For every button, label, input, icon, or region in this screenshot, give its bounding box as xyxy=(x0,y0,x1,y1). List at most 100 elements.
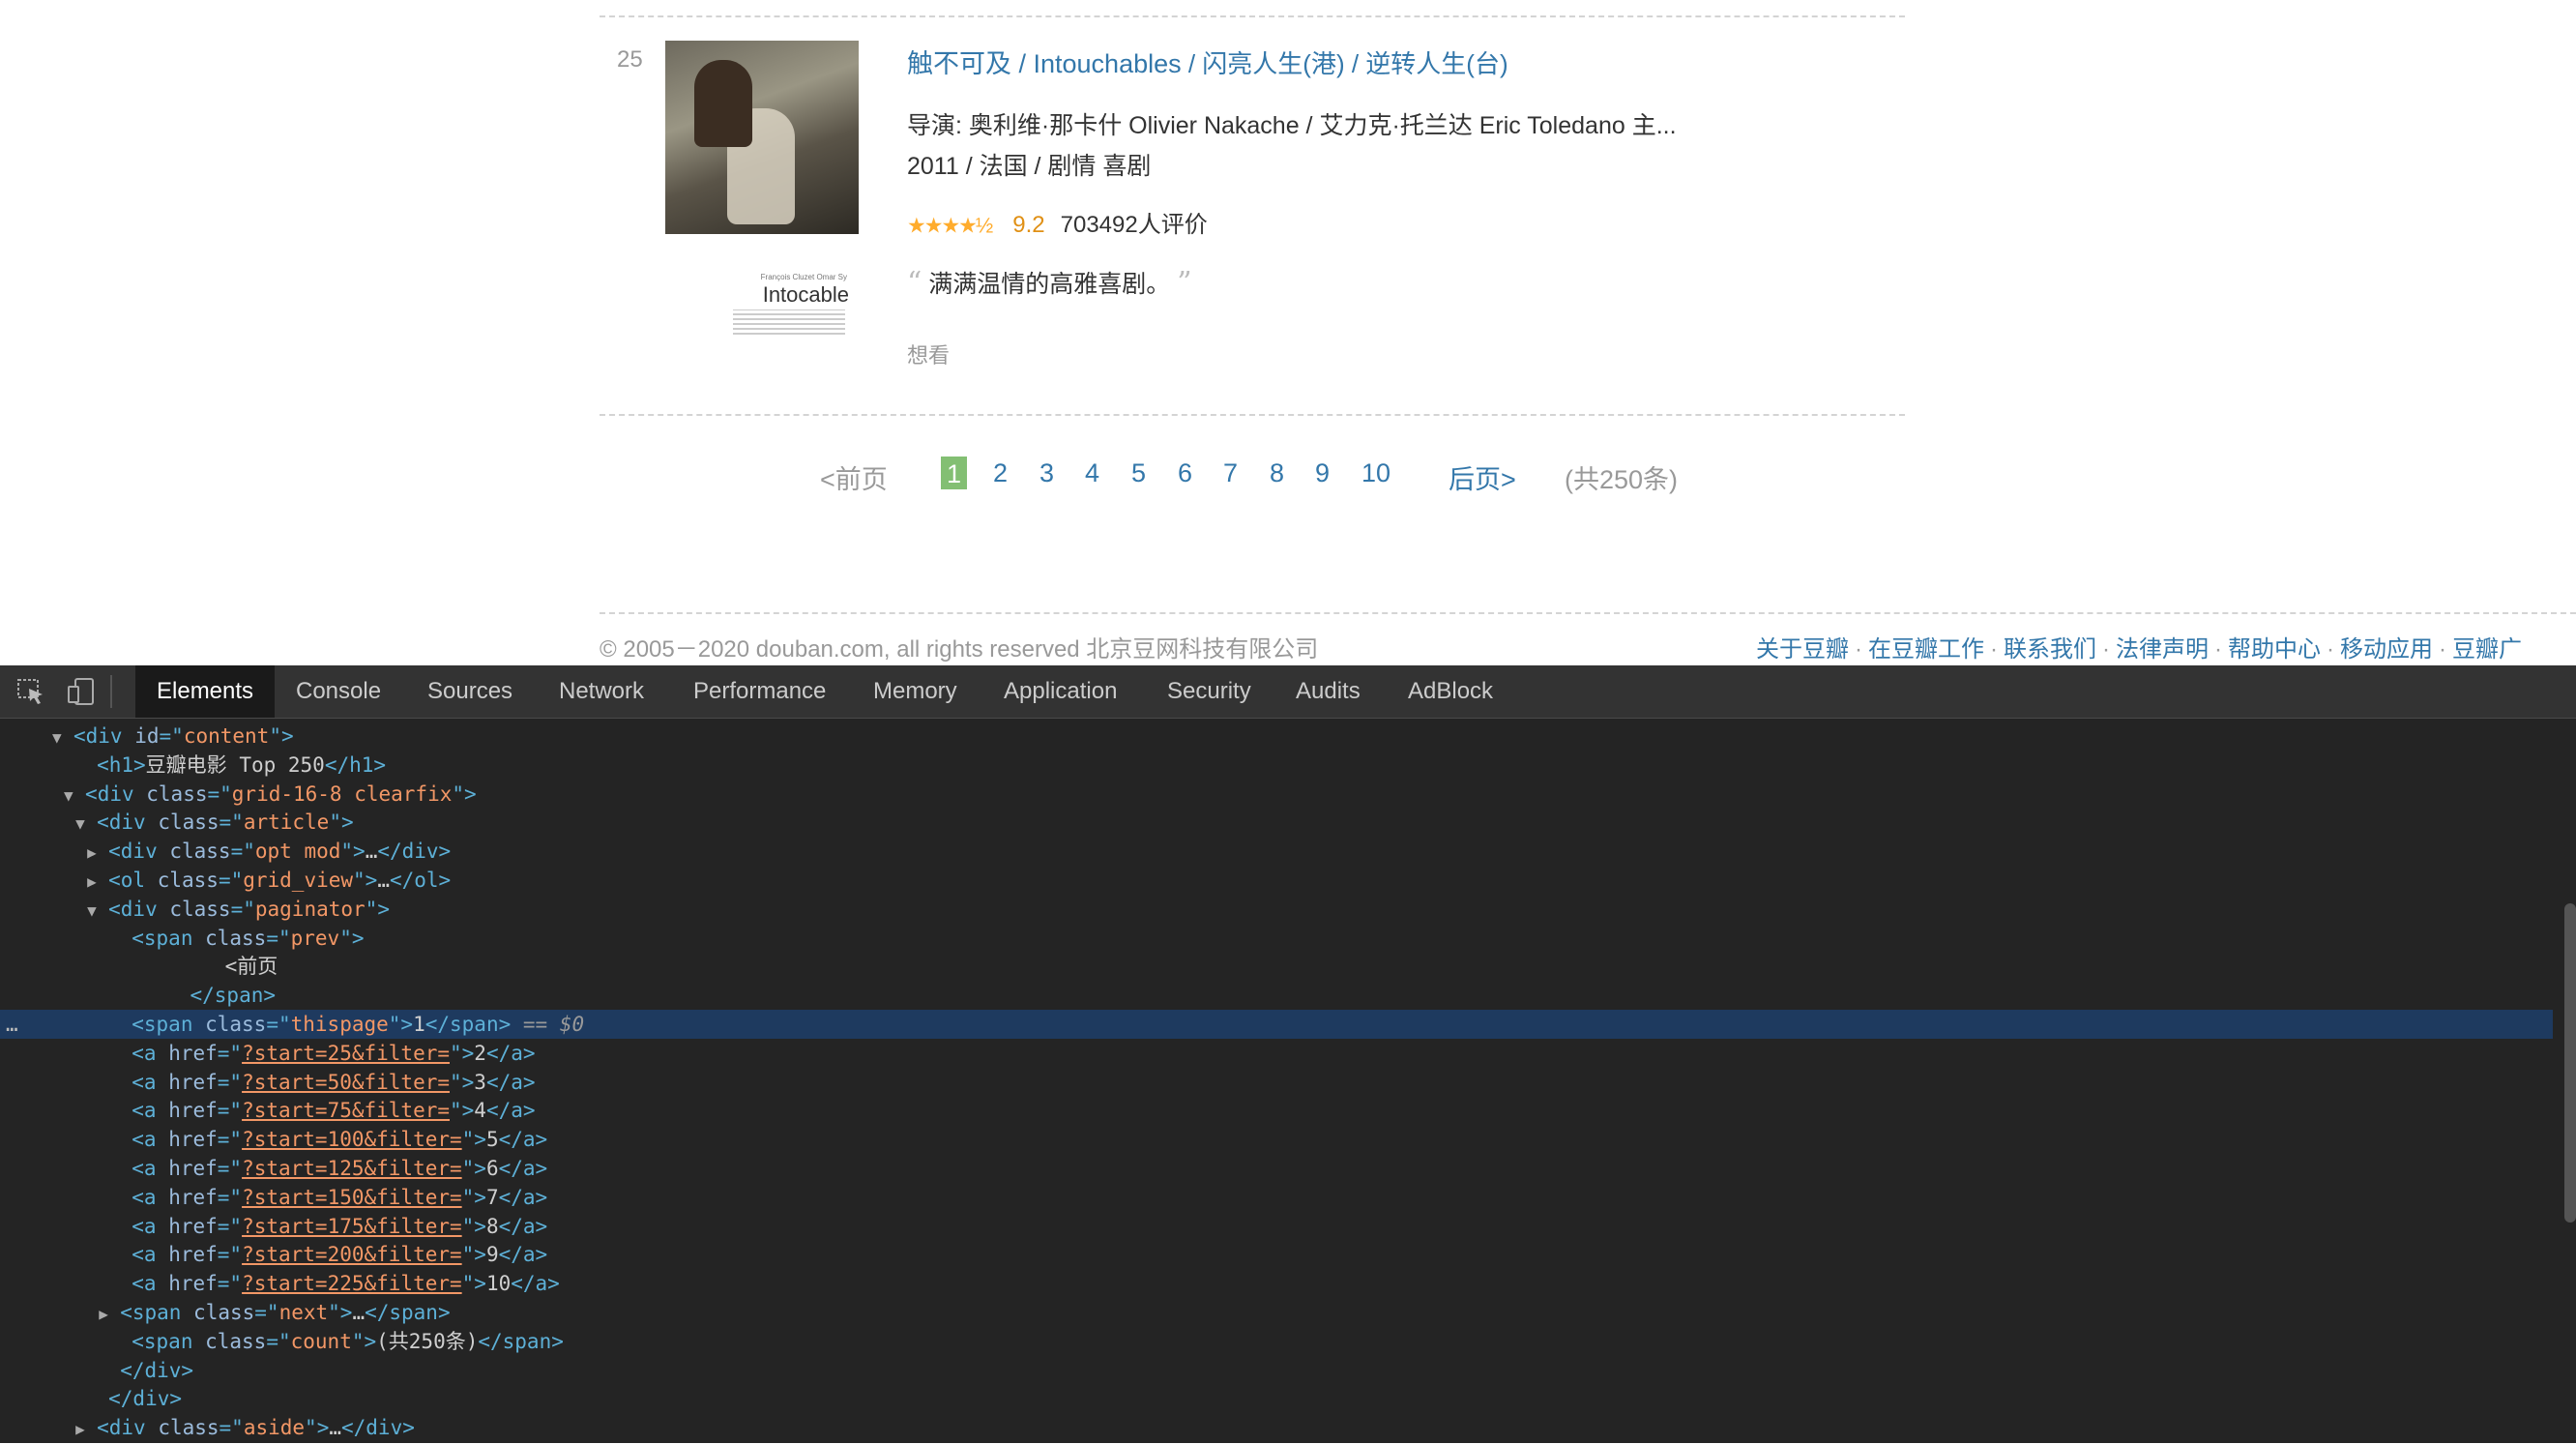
collapse-arrow-icon[interactable]: ▼ xyxy=(52,723,73,752)
tab-audits[interactable]: Audits xyxy=(1274,665,1382,718)
dom-tree[interactable]: ▼ <div id="content"> <h1>豆瓣电影 Top 250</h1>… xyxy=(0,718,2576,1443)
code-token: <a xyxy=(132,1243,169,1267)
dom-node[interactable]: ▼ <div class="grid-16-8 clearfix"> xyxy=(0,780,2553,809)
dom-node[interactable]: <a href="?start=150&filter=">7</a> xyxy=(0,1183,2553,1212)
code-token: "> xyxy=(353,869,378,892)
movie-title-original[interactable]: / Intouchables xyxy=(1011,49,1182,78)
prev-page-link[interactable]: <前页 xyxy=(820,458,888,496)
footer-link-ads[interactable]: 豆瓣广 xyxy=(2452,636,2522,663)
dom-node[interactable]: ▼ <div class="paginator"> xyxy=(0,895,2553,924)
tab-console[interactable]: Console xyxy=(275,665,402,718)
expand-arrow-icon[interactable]: ▶ xyxy=(87,839,108,868)
code-token: class xyxy=(169,840,231,864)
footer-link-help[interactable]: 帮助中心 xyxy=(2228,636,2321,663)
page-7-link[interactable]: 7 xyxy=(1223,458,1238,488)
code-token: ?start=200&filter= xyxy=(242,1243,462,1267)
dom-node[interactable]: ▼ <div id="content"> xyxy=(0,722,2553,751)
code-token: =" xyxy=(266,1013,291,1036)
want-to-watch-link[interactable]: 想看 xyxy=(907,339,950,369)
dom-node[interactable]: ▶ <ol class="grid_view">…</ol> xyxy=(0,866,2553,895)
tab-security[interactable]: Security xyxy=(1146,665,1273,718)
tab-network[interactable]: Network xyxy=(538,665,665,718)
code-token: id xyxy=(134,724,160,748)
expand-arrow-icon[interactable]: ▶ xyxy=(87,868,108,897)
page-6-link[interactable]: 6 xyxy=(1178,458,1192,488)
dom-tree-scrollbar[interactable] xyxy=(2564,903,2576,1223)
collapse-arrow-icon[interactable]: ▼ xyxy=(64,781,85,810)
dom-node[interactable]: <a href="?start=175&filter=">8</a> xyxy=(0,1212,2553,1241)
movie-poster[interactable]: François Cluzet Omar Sy Intocable xyxy=(665,41,859,335)
dom-node[interactable]: </div> xyxy=(0,1356,2553,1385)
code-token: =" xyxy=(266,1329,291,1353)
tab-application[interactable]: Application xyxy=(982,665,1138,718)
tab-sources[interactable]: Sources xyxy=(406,665,534,718)
code-token: </a> xyxy=(485,1099,536,1123)
dom-node[interactable]: <a href="?start=225&filter=">10</a> xyxy=(0,1269,2553,1298)
dom-node[interactable]: <a href="?start=50&filter=">3</a> xyxy=(0,1068,2553,1097)
code-token: </a> xyxy=(485,1070,536,1094)
code-token: "> xyxy=(328,1301,353,1324)
collapse-arrow-icon[interactable]: ▼ xyxy=(87,897,108,926)
page-8-link[interactable]: 8 xyxy=(1270,458,1284,488)
expand-arrow-icon[interactable]: ▶ xyxy=(99,1300,120,1329)
code-token: ?start=150&filter= xyxy=(242,1185,462,1209)
page-2-link[interactable]: 2 xyxy=(993,458,1008,488)
dom-node[interactable]: <a href="?start=100&filter=">5</a> xyxy=(0,1125,2553,1154)
code-token: class xyxy=(157,869,219,892)
footer-link-jobs[interactable]: 在豆瓣工作 xyxy=(1868,636,1984,663)
code-token: <h1> xyxy=(97,752,146,777)
dom-node[interactable]: <a href="?start=125&filter=">6</a> xyxy=(0,1154,2553,1183)
dom-node[interactable]: <span class="prev"> xyxy=(0,924,2553,953)
movie-title-alt[interactable]: / 闪亮人生(港) / 逆转人生(台) xyxy=(1182,49,1508,78)
dom-node[interactable]: <h1>豆瓣电影 Top 250</h1> xyxy=(0,751,2553,780)
code-token: </a> xyxy=(498,1128,548,1152)
page-9-link[interactable]: 9 xyxy=(1315,458,1330,488)
tab-memory[interactable]: Memory xyxy=(852,665,979,718)
dom-node[interactable]: ▶ <div class="aside">…</div> xyxy=(0,1413,2553,1442)
dom-node[interactable]: ▶ <span class="next">…</span> xyxy=(0,1298,2553,1327)
dom-node[interactable]: ▶ <div class="opt mod">…</div> xyxy=(0,837,2553,866)
dom-node[interactable]: <a href="?start=200&filter=">9</a> xyxy=(0,1240,2553,1269)
code-token: 1 xyxy=(413,1013,425,1036)
page-4-link[interactable]: 4 xyxy=(1085,458,1099,488)
footer-link-about[interactable]: 关于豆瓣 xyxy=(1756,636,1849,663)
tab-performance[interactable]: Performance xyxy=(672,665,847,718)
page-10-link[interactable]: 10 xyxy=(1361,458,1390,488)
code-token: 4 xyxy=(474,1099,486,1123)
code-token: grid_view xyxy=(243,869,354,892)
footer-link-contact[interactable]: 联系我们 xyxy=(2004,636,2096,663)
footer-link-mobile[interactable]: 移动应用 xyxy=(2340,636,2433,663)
code-token: <a xyxy=(132,1157,169,1180)
dom-node[interactable]: <a href="?start=75&filter=">4</a> xyxy=(0,1096,2553,1125)
dom-node[interactable]: </span> xyxy=(0,981,2553,1010)
code-token: "> xyxy=(452,781,477,806)
tab-elements[interactable]: Elements xyxy=(135,665,276,718)
code-token: <a xyxy=(132,1128,169,1152)
code-token: "> xyxy=(461,1157,486,1180)
rating-stars-icon: ★★★★½ xyxy=(907,213,993,238)
tab-adblock[interactable]: AdBlock xyxy=(1387,665,1514,718)
code-token: </span> xyxy=(365,1301,451,1324)
page-3-link[interactable]: 3 xyxy=(1039,458,1054,488)
dom-node[interactable]: </div> xyxy=(0,1384,2553,1413)
node-actions-icon[interactable]: … xyxy=(6,1010,18,1039)
movie-title[interactable]: 触不可及 xyxy=(907,49,1011,78)
expand-arrow-icon[interactable]: ▶ xyxy=(75,1415,97,1444)
dom-node[interactable]: <前页 xyxy=(0,952,2553,981)
dom-node[interactable]: <a href="?start=25&filter=">2</a> xyxy=(0,1039,2553,1068)
dom-node[interactable]: <span class="count">(共250条)</span> xyxy=(0,1327,2553,1356)
page-5-link[interactable]: 5 xyxy=(1131,458,1146,488)
code-token: "> xyxy=(269,724,294,748)
device-toolbar-icon[interactable] xyxy=(66,677,99,706)
dom-node-selected[interactable]: … <span class="thispage">1</span> == $0 xyxy=(0,1010,2553,1039)
code-token: =" xyxy=(217,1128,243,1152)
dom-node[interactable]: ▼ <div class="article"> xyxy=(0,808,2553,837)
movie-title-line[interactable]: 触不可及 / Intouchables / 闪亮人生(港) / 逆转人生(台) xyxy=(907,43,1508,80)
collapse-arrow-icon[interactable]: ▼ xyxy=(75,810,97,839)
code-token: href xyxy=(168,1214,218,1238)
footer-link-legal[interactable]: 法律声明 xyxy=(2116,636,2209,663)
inspect-element-icon[interactable] xyxy=(15,677,48,706)
movie-quote: “ 满满温情的高雅喜剧。 ” xyxy=(907,265,1192,300)
next-page-link[interactable]: 后页> xyxy=(1449,458,1516,496)
code-token: </a> xyxy=(498,1157,548,1180)
